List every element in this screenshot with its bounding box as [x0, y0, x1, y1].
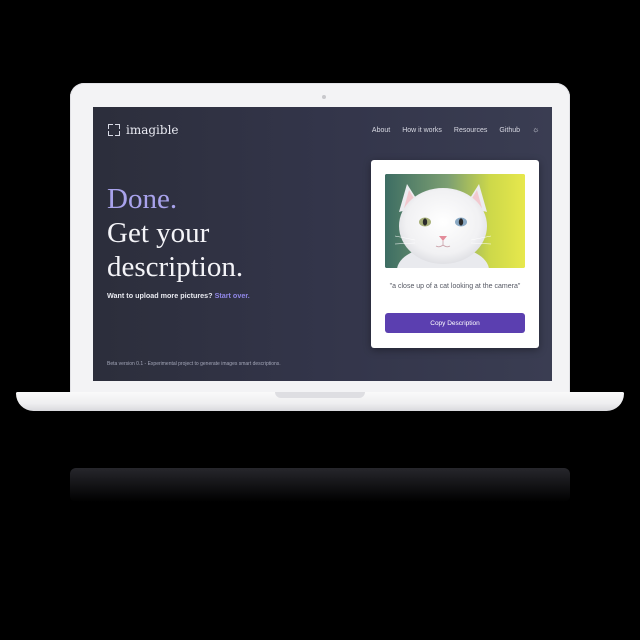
nav-about[interactable]: About: [372, 127, 390, 134]
nav-how-it-works[interactable]: How it works: [402, 127, 442, 134]
logo[interactable]: imagible: [108, 123, 179, 137]
start-over-link[interactable]: Start over.: [215, 291, 250, 300]
upload-prompt: Want to upload more pictures?: [107, 291, 213, 300]
hero-done: Done.: [107, 183, 178, 215]
laptop-mockup: imagible About How it works Resources Gi…: [0, 0, 640, 640]
hero-line-2: Get your: [107, 217, 210, 249]
nav-resources[interactable]: Resources: [454, 127, 487, 134]
top-nav: About How it works Resources Github ☼: [372, 126, 540, 134]
copy-description-button[interactable]: Copy Description: [385, 313, 525, 333]
cat-illustration: [385, 174, 525, 268]
laptop-notch: [275, 392, 365, 398]
beta-note: Beta version 0.1 - Experimental project …: [107, 361, 281, 367]
logo-text: imagible: [126, 123, 179, 137]
upload-more-text: Want to upload more pictures? Start over…: [107, 291, 250, 300]
result-card: "a close up of a cat looking at the came…: [371, 160, 539, 348]
hero-heading: Done. Get your description.: [107, 182, 243, 284]
app-screen: imagible About How it works Resources Gi…: [93, 107, 552, 381]
webcam-dot: [322, 95, 326, 99]
hero-line-3: description.: [107, 251, 244, 283]
cat-photo: [385, 174, 525, 268]
nav-github[interactable]: Github: [499, 127, 520, 134]
description-caption: "a close up of a cat looking at the came…: [389, 283, 521, 290]
sun-icon[interactable]: ☼: [532, 126, 540, 134]
laptop-reflection: [70, 468, 570, 502]
frame-icon: [108, 124, 120, 136]
